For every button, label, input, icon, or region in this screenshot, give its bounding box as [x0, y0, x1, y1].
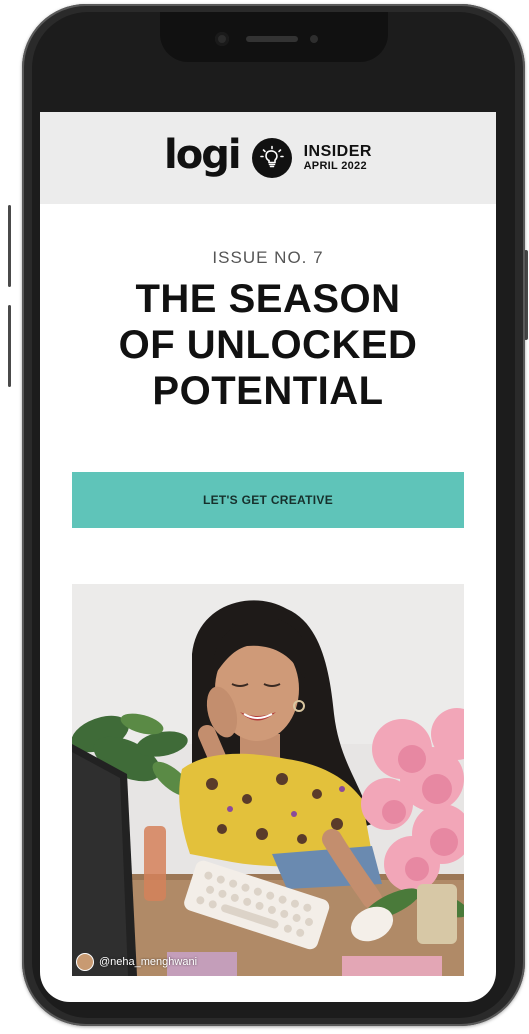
phone-bezel: logi INSIDER APRIL 2022 ISSUE NO. 7 THE …: [32, 12, 515, 1018]
proximity-sensor-icon: [310, 35, 318, 43]
insider-label-block: INSIDER APRIL 2022: [303, 142, 372, 172]
photo-credit: @neha_menghwani: [76, 953, 197, 971]
stage: logi INSIDER APRIL 2022 ISSUE NO. 7 THE …: [0, 0, 529, 1034]
volume-up-button: [8, 205, 11, 287]
headline-line-2: OF UNLOCKED: [118, 323, 418, 367]
email-header: logi INSIDER APRIL 2022: [40, 112, 496, 204]
issue-number: ISSUE NO. 7: [212, 248, 324, 267]
lets-get-creative-button[interactable]: LET'S GET CREATIVE: [72, 472, 464, 528]
headline: THE SEASON OF UNLOCKED POTENTIAL: [50, 276, 486, 414]
photo-credit-handle[interactable]: @neha_menghwani: [99, 956, 197, 968]
earpiece-speaker: [246, 36, 298, 42]
lightbulb-icon: [251, 138, 292, 178]
program-label: INSIDER: [303, 142, 372, 160]
front-camera-icon: [215, 32, 229, 46]
headline-line-1: THE SEASON: [135, 277, 401, 321]
phone-screen: logi INSIDER APRIL 2022 ISSUE NO. 7 THE …: [40, 112, 496, 1002]
volume-down-button: [8, 305, 11, 387]
hero-illustration: [72, 584, 464, 976]
headline-line-3: POTENTIAL: [152, 369, 384, 413]
avatar: [76, 953, 94, 971]
logi-logo[interactable]: logi: [164, 135, 242, 175]
issue-date: APRIL 2022: [303, 159, 367, 172]
hero-image[interactable]: @neha_menghwani: [72, 584, 464, 976]
phone-notch: [160, 12, 388, 62]
phone-frame: logi INSIDER APRIL 2022 ISSUE NO. 7 THE …: [22, 4, 525, 1026]
